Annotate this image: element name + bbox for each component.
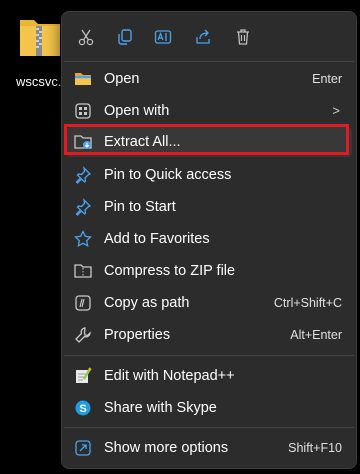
wrench-icon xyxy=(74,326,92,344)
copy-icon xyxy=(118,29,132,45)
shortcut-text: Ctrl+Shift+C xyxy=(273,296,342,310)
menu-label: Pin to Quick access xyxy=(104,167,232,183)
star-icon xyxy=(74,230,92,248)
context-toolbar xyxy=(62,12,356,60)
menu-item-notepad[interactable]: Edit with Notepad++ xyxy=(66,361,352,391)
notepad-plus-icon xyxy=(74,367,92,385)
rename-icon xyxy=(154,30,172,44)
open-folder-icon xyxy=(74,70,92,88)
extract-folder-icon xyxy=(74,133,92,151)
menu-item-add-favorites[interactable]: Add to Favorites xyxy=(66,224,352,254)
menu-label: Extract All... xyxy=(104,134,181,150)
svg-text:S: S xyxy=(79,403,86,415)
share-button[interactable] xyxy=(190,24,216,50)
menu-label: Show more options xyxy=(104,440,229,456)
divider xyxy=(64,355,354,356)
pin-icon xyxy=(74,166,92,184)
pin-icon xyxy=(74,198,92,216)
context-menu: Open Enter Open with > Extract All... Pi… xyxy=(61,11,357,469)
menu-item-pin-start[interactable]: Pin to Start xyxy=(66,192,352,222)
copy-button[interactable] xyxy=(112,24,138,50)
menu-label: Edit with Notepad++ xyxy=(104,368,235,384)
menu-label: Open xyxy=(104,71,140,87)
menu-item-open[interactable]: Open Enter xyxy=(66,64,352,94)
zip-icon xyxy=(74,262,92,280)
scissors-icon xyxy=(78,29,94,46)
menu-label: Properties xyxy=(104,327,171,343)
menu-label: Pin to Start xyxy=(104,199,176,215)
chevron-right-icon: > xyxy=(332,103,340,118)
shortcut-text: Enter xyxy=(312,72,342,86)
cut-button[interactable] xyxy=(73,24,99,50)
shortcut-text: Alt+Enter xyxy=(290,328,342,342)
menu-label: Share with Skype xyxy=(104,400,217,416)
share-icon xyxy=(196,29,210,44)
menu-label: Add to Favorites xyxy=(104,231,210,247)
zip-folder-icon xyxy=(20,20,60,56)
menu-item-extract-all[interactable]: Extract All... xyxy=(66,127,352,157)
shortcut-text: Shift+F10 xyxy=(288,441,342,455)
menu-item-compress-zip[interactable]: Compress to ZIP file xyxy=(66,256,352,286)
copy-path-icon xyxy=(74,294,92,312)
expand-icon xyxy=(74,439,92,457)
menu-label: Copy as path xyxy=(104,295,190,311)
divider xyxy=(64,427,354,428)
menu-item-show-more[interactable]: Show more options Shift+F10 xyxy=(66,433,352,463)
menu-item-skype[interactable]: S Share with Skype xyxy=(66,393,352,423)
skype-icon: S xyxy=(74,399,92,417)
apps-icon xyxy=(74,102,92,120)
trash-icon xyxy=(237,29,249,45)
file-name-label: wscsvc. xyxy=(16,74,62,89)
menu-item-properties[interactable]: Properties Alt+Enter xyxy=(66,320,352,350)
menu-item-open-with[interactable]: Open with > xyxy=(66,96,352,126)
menu-item-copy-path[interactable]: Copy as path Ctrl+Shift+C xyxy=(66,288,352,318)
rename-button[interactable] xyxy=(150,24,176,50)
delete-button[interactable] xyxy=(230,24,256,50)
menu-label: Compress to ZIP file xyxy=(104,263,236,279)
menu-item-pin-quick-access[interactable]: Pin to Quick access xyxy=(66,160,352,190)
menu-label: Open with xyxy=(104,103,170,119)
divider xyxy=(64,61,354,62)
